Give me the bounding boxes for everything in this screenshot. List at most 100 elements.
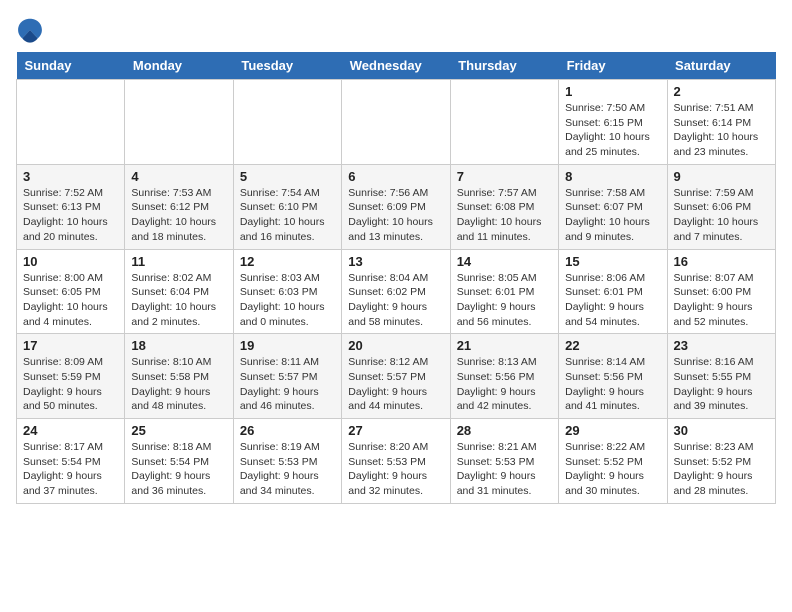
day-info: Sunrise: 8:16 AMSunset: 5:55 PMDaylight:… [674,355,769,414]
day-info: Sunrise: 7:56 AMSunset: 6:09 PMDaylight:… [348,186,443,245]
calendar-table: SundayMondayTuesdayWednesdayThursdayFrid… [16,52,776,504]
day-info: Sunrise: 8:10 AMSunset: 5:58 PMDaylight:… [131,355,226,414]
day-number: 21 [457,338,552,353]
day-number: 30 [674,423,769,438]
day-info: Sunrise: 8:06 AMSunset: 6:01 PMDaylight:… [565,271,660,330]
calendar-cell: 17 Sunrise: 8:09 AMSunset: 5:59 PMDayligh… [17,334,125,419]
calendar-cell: 4 Sunrise: 7:53 AMSunset: 6:12 PMDaylight… [125,164,233,249]
calendar-cell [450,80,558,165]
weekday-header-friday: Friday [559,52,667,80]
calendar-cell: 18 Sunrise: 8:10 AMSunset: 5:58 PMDayligh… [125,334,233,419]
calendar-cell: 14 Sunrise: 8:05 AMSunset: 6:01 PMDayligh… [450,249,558,334]
logo-icon [16,16,44,44]
calendar-cell: 2 Sunrise: 7:51 AMSunset: 6:14 PMDaylight… [667,80,775,165]
day-info: Sunrise: 8:23 AMSunset: 5:52 PMDaylight:… [674,440,769,499]
day-number: 9 [674,169,769,184]
calendar-cell: 19 Sunrise: 8:11 AMSunset: 5:57 PMDayligh… [233,334,341,419]
calendar-week-row: 10Sunrise: 8:00 AMSunset: 6:05 PMDayligh… [17,249,776,334]
day-info: Sunrise: 7:50 AMSunset: 6:15 PMDaylight:… [565,101,660,160]
day-number: 3 [23,169,118,184]
calendar-cell: 26Sunrise: 8:19 AMSunset: 5:53 PMDayligh… [233,419,341,504]
day-info: Sunrise: 8:20 AMSunset: 5:53 PMDaylight:… [348,440,443,499]
day-info: Sunrise: 7:52 AMSunset: 6:13 PMDaylight:… [23,186,118,245]
calendar-cell: 30 Sunrise: 8:23 AMSunset: 5:52 PMDayligh… [667,419,775,504]
day-number: 4 [131,169,226,184]
calendar-cell: 1 Sunrise: 7:50 AMSunset: 6:15 PMDaylight… [559,80,667,165]
calendar-cell: 13 Sunrise: 8:04 AMSunset: 6:02 PMDayligh… [342,249,450,334]
day-number: 11 [131,254,226,269]
day-number: 14 [457,254,552,269]
calendar-cell: 27 Sunrise: 8:20 AMSunset: 5:53 PMDayligh… [342,419,450,504]
calendar-cell: 11Sunrise: 8:02 AMSunset: 6:04 PMDayligh… [125,249,233,334]
day-info: Sunrise: 8:22 AMSunset: 5:52 PMDaylight:… [565,440,660,499]
day-number: 1 [565,84,660,99]
day-info: Sunrise: 8:19 AMSunset: 5:53 PMDaylight:… [240,440,335,499]
day-number: 15 [565,254,660,269]
calendar-week-row: 1 Sunrise: 7:50 AMSunset: 6:15 PMDaylight… [17,80,776,165]
day-number: 28 [457,423,552,438]
header-section [16,16,776,44]
day-info: Sunrise: 7:57 AMSunset: 6:08 PMDaylight:… [457,186,552,245]
day-info: Sunrise: 8:05 AMSunset: 6:01 PMDaylight:… [457,271,552,330]
day-number: 22 [565,338,660,353]
logo [16,16,48,44]
page-container: SundayMondayTuesdayWednesdayThursdayFrid… [16,16,776,504]
day-number: 13 [348,254,443,269]
calendar-cell [342,80,450,165]
day-number: 16 [674,254,769,269]
calendar-cell: 16 Sunrise: 8:07 AMSunset: 6:00 PMDayligh… [667,249,775,334]
calendar-cell: 7 Sunrise: 7:57 AMSunset: 6:08 PMDaylight… [450,164,558,249]
day-number: 6 [348,169,443,184]
day-info: Sunrise: 8:03 AMSunset: 6:03 PMDaylight:… [240,271,335,330]
day-number: 19 [240,338,335,353]
calendar-cell: 12 Sunrise: 8:03 AMSunset: 6:03 PMDayligh… [233,249,341,334]
day-info: Sunrise: 7:54 AMSunset: 6:10 PMDaylight:… [240,186,335,245]
day-number: 10 [23,254,118,269]
day-number: 5 [240,169,335,184]
day-number: 29 [565,423,660,438]
day-info: Sunrise: 7:58 AMSunset: 6:07 PMDaylight:… [565,186,660,245]
day-number: 12 [240,254,335,269]
calendar-cell: 25 Sunrise: 8:18 AMSunset: 5:54 PMDayligh… [125,419,233,504]
day-number: 7 [457,169,552,184]
day-info: Sunrise: 7:53 AMSunset: 6:12 PMDaylight:… [131,186,226,245]
day-number: 27 [348,423,443,438]
calendar-cell [233,80,341,165]
day-info: Sunrise: 8:17 AMSunset: 5:54 PMDaylight:… [23,440,118,499]
weekday-header-sunday: Sunday [17,52,125,80]
calendar-cell: 21 Sunrise: 8:13 AMSunset: 5:56 PMDayligh… [450,334,558,419]
day-number: 18 [131,338,226,353]
weekday-header-row: SundayMondayTuesdayWednesdayThursdayFrid… [17,52,776,80]
calendar-week-row: 24 Sunrise: 8:17 AMSunset: 5:54 PMDayligh… [17,419,776,504]
weekday-header-tuesday: Tuesday [233,52,341,80]
day-number: 2 [674,84,769,99]
calendar-cell: 9 Sunrise: 7:59 AMSunset: 6:06 PMDaylight… [667,164,775,249]
calendar-cell: 24 Sunrise: 8:17 AMSunset: 5:54 PMDayligh… [17,419,125,504]
calendar-cell: 8Sunrise: 7:58 AMSunset: 6:07 PMDaylight… [559,164,667,249]
day-number: 17 [23,338,118,353]
day-info: Sunrise: 8:04 AMSunset: 6:02 PMDaylight:… [348,271,443,330]
calendar-cell: 22Sunrise: 8:14 AMSunset: 5:56 PMDayligh… [559,334,667,419]
day-number: 25 [131,423,226,438]
calendar-cell: 28 Sunrise: 8:21 AMSunset: 5:53 PMDayligh… [450,419,558,504]
day-info: Sunrise: 8:13 AMSunset: 5:56 PMDaylight:… [457,355,552,414]
calendar-cell: 20Sunrise: 8:12 AMSunset: 5:57 PMDayligh… [342,334,450,419]
day-info: Sunrise: 7:51 AMSunset: 6:14 PMDaylight:… [674,101,769,160]
calendar-cell: 15 Sunrise: 8:06 AMSunset: 6:01 PMDayligh… [559,249,667,334]
calendar-body: 1 Sunrise: 7:50 AMSunset: 6:15 PMDaylight… [17,80,776,504]
day-info: Sunrise: 7:59 AMSunset: 6:06 PMDaylight:… [674,186,769,245]
day-info: Sunrise: 8:09 AMSunset: 5:59 PMDaylight:… [23,355,118,414]
calendar-cell: 23 Sunrise: 8:16 AMSunset: 5:55 PMDayligh… [667,334,775,419]
day-info: Sunrise: 8:21 AMSunset: 5:53 PMDaylight:… [457,440,552,499]
calendar-cell [17,80,125,165]
calendar-cell: 10Sunrise: 8:00 AMSunset: 6:05 PMDayligh… [17,249,125,334]
day-info: Sunrise: 8:18 AMSunset: 5:54 PMDaylight:… [131,440,226,499]
day-info: Sunrise: 8:12 AMSunset: 5:57 PMDaylight:… [348,355,443,414]
day-info: Sunrise: 8:11 AMSunset: 5:57 PMDaylight:… [240,355,335,414]
calendar-header: SundayMondayTuesdayWednesdayThursdayFrid… [17,52,776,80]
day-number: 23 [674,338,769,353]
day-number: 24 [23,423,118,438]
day-info: Sunrise: 8:07 AMSunset: 6:00 PMDaylight:… [674,271,769,330]
weekday-header-saturday: Saturday [667,52,775,80]
calendar-cell [125,80,233,165]
